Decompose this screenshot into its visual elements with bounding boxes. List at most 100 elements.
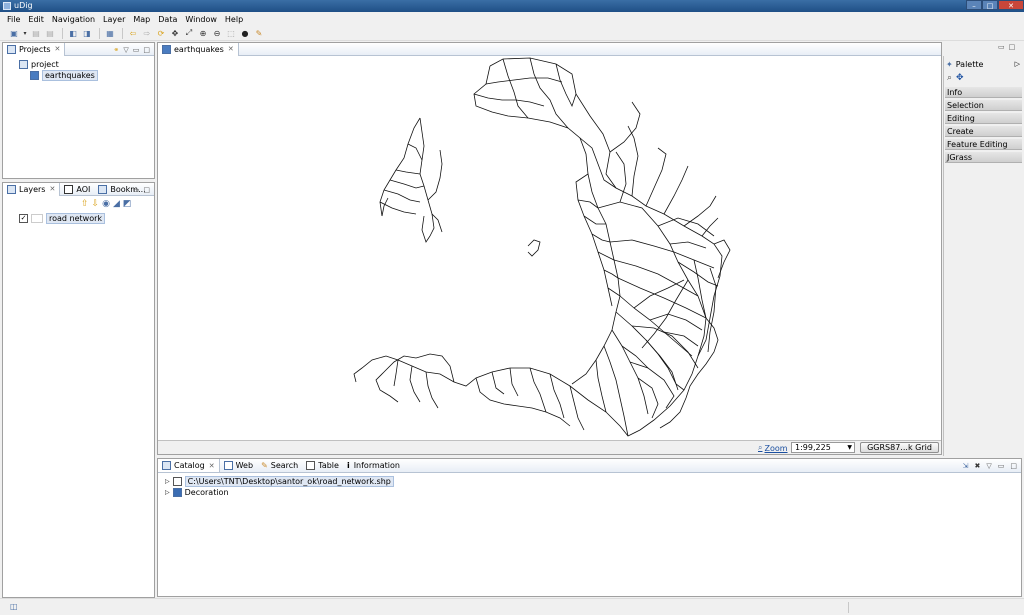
dropdown-arrow-icon[interactable]: ▾ bbox=[22, 27, 28, 39]
maximize-view-icon[interactable]: □ bbox=[143, 186, 150, 194]
tree-item-project[interactable]: project bbox=[19, 59, 59, 69]
menu-window[interactable]: Window bbox=[181, 15, 221, 24]
layer-visibility-checkbox[interactable]: ✓ bbox=[19, 213, 28, 223]
close-icon[interactable]: ✕ bbox=[49, 185, 55, 193]
layer-item[interactable]: ✓ road network bbox=[19, 212, 106, 224]
collapse-palette-icon[interactable]: ▷ bbox=[1015, 60, 1020, 68]
zoom-in-icon[interactable]: ⊕ bbox=[197, 27, 209, 39]
tab-information[interactable]: i Information bbox=[343, 459, 404, 472]
palette-drawer-info[interactable]: Info bbox=[945, 87, 1022, 98]
palette-drawer-feature-editing[interactable]: Feature Editing bbox=[945, 139, 1022, 150]
move-down-icon[interactable]: ⇩ bbox=[92, 199, 100, 209]
menu-navigation[interactable]: Navigation bbox=[48, 15, 99, 24]
road-line bbox=[627, 125, 639, 197]
minimize-button[interactable]: – bbox=[966, 0, 982, 10]
crs-button[interactable]: GGRS87...k Grid bbox=[860, 442, 939, 453]
view-menu-icon[interactable]: ▽ bbox=[123, 46, 128, 54]
palette-drawer-jgrass[interactable]: JGrass bbox=[945, 152, 1022, 163]
expand-arrow-icon[interactable]: ▷ bbox=[165, 478, 170, 485]
new-icon[interactable]: ▣ bbox=[8, 27, 20, 39]
map-canvas[interactable] bbox=[158, 56, 941, 440]
save-all-icon[interactable]: ▤ bbox=[44, 27, 56, 39]
road-network-layer bbox=[353, 57, 731, 437]
palette-drawer-create[interactable]: Create bbox=[945, 126, 1022, 137]
import-icon[interactable]: ⇲ bbox=[963, 462, 969, 470]
tab-table[interactable]: Table bbox=[302, 459, 343, 472]
road-line bbox=[617, 277, 707, 319]
select-icon[interactable]: ⬚ bbox=[225, 27, 237, 39]
menu-edit[interactable]: Edit bbox=[24, 15, 48, 24]
maximize-view-icon[interactable]: □ bbox=[1010, 462, 1017, 470]
minimize-view-icon[interactable]: ▭ bbox=[133, 46, 140, 54]
maximize-view-icon[interactable]: □ bbox=[1009, 43, 1016, 51]
back-icon[interactable]: ⇦ bbox=[127, 27, 139, 39]
road-line bbox=[475, 377, 571, 427]
road-line bbox=[407, 143, 423, 161]
save-icon[interactable]: ▤ bbox=[30, 27, 42, 39]
close-icon[interactable]: ✕ bbox=[55, 45, 61, 53]
remove-icon[interactable]: ✖ bbox=[974, 462, 980, 470]
link-icon[interactable]: ⚭ bbox=[113, 46, 119, 54]
close-window-button[interactable]: ✕ bbox=[998, 0, 1024, 10]
zoom-tool-icon[interactable]: ⌕ bbox=[947, 73, 952, 83]
minimize-view-icon[interactable]: ▭ bbox=[998, 462, 1005, 470]
layers-toolbar: ⇧ ⇩ ◉ ◢ ◩ bbox=[81, 199, 131, 209]
edit-icon[interactable]: ✎ bbox=[253, 27, 265, 39]
layer-properties-icon[interactable]: ◉ bbox=[102, 199, 110, 209]
palette-icon: ✦ bbox=[946, 59, 953, 69]
road-line bbox=[611, 329, 649, 415]
menu-layer[interactable]: Layer bbox=[99, 15, 129, 24]
minimize-view-icon[interactable]: ▭ bbox=[998, 43, 1005, 51]
forward-icon[interactable]: ⇨ bbox=[141, 27, 153, 39]
catalog-icon bbox=[162, 461, 171, 470]
close-icon[interactable]: ✕ bbox=[209, 462, 215, 470]
new-map-icon[interactable]: ◧ bbox=[67, 27, 79, 39]
road-line bbox=[609, 239, 715, 269]
commit-icon[interactable]: ▦ bbox=[104, 27, 116, 39]
record-icon[interactable]: ● bbox=[239, 27, 251, 39]
tab-layers[interactable]: Layers ✕ bbox=[3, 182, 61, 196]
zoom-link[interactable]: ⌕ Zoom bbox=[758, 443, 788, 453]
editor-area-controls: ▭ □ bbox=[998, 43, 1015, 51]
maximize-view-icon[interactable]: □ bbox=[143, 46, 150, 54]
new-page-icon[interactable]: ◨ bbox=[81, 27, 93, 39]
fast-view-icon[interactable]: ◫ bbox=[10, 602, 18, 611]
expand-arrow-icon[interactable]: ▷ bbox=[165, 489, 170, 496]
menu-data[interactable]: Data bbox=[154, 15, 181, 24]
tab-search[interactable]: ✎ Search bbox=[257, 459, 302, 472]
road-line bbox=[621, 345, 649, 369]
scale-combo[interactable]: 1:99,225 ▼ bbox=[791, 442, 855, 453]
pan-tool-icon[interactable]: ✥ bbox=[956, 73, 964, 83]
road-line bbox=[502, 58, 529, 119]
menu-file[interactable]: File bbox=[3, 15, 24, 24]
tab-catalog[interactable]: Catalog ✕ bbox=[158, 459, 220, 472]
palette-drawer-editing[interactable]: Editing bbox=[945, 113, 1022, 124]
tab-web[interactable]: Web bbox=[220, 459, 257, 472]
add-layer-icon[interactable]: ◩ bbox=[123, 199, 132, 209]
pan-icon[interactable]: ✥ bbox=[169, 27, 181, 39]
road-line bbox=[509, 367, 519, 397]
table-icon bbox=[306, 461, 316, 470]
move-up-icon[interactable]: ⇧ bbox=[81, 199, 89, 209]
tab-earthquakes[interactable]: earthquakes ✕ bbox=[158, 42, 239, 56]
projects-icon bbox=[7, 44, 16, 54]
window-controls: – □ ✕ bbox=[966, 0, 1024, 10]
zoom-out-icon[interactable]: ⊖ bbox=[211, 27, 223, 39]
minimize-view-icon[interactable]: ▭ bbox=[133, 186, 140, 194]
tab-aoi[interactable]: AOI bbox=[60, 183, 94, 196]
menu-help[interactable]: Help bbox=[221, 15, 247, 24]
tree-item-map[interactable]: earthquakes bbox=[30, 69, 98, 81]
tab-projects[interactable]: Projects ✕ bbox=[3, 42, 66, 56]
zoom-extent-icon[interactable]: ⤢ bbox=[183, 27, 195, 39]
maximize-button[interactable]: □ bbox=[982, 0, 998, 10]
menu-map[interactable]: Map bbox=[129, 15, 154, 24]
close-icon[interactable]: ✕ bbox=[228, 45, 234, 53]
catalog-item-decoration[interactable]: ▷ Decoration bbox=[165, 487, 229, 497]
road-line bbox=[529, 367, 547, 413]
catalog-item-shapefile[interactable]: ▷ C:\Users\TNT\Desktop\santor_ok\road_ne… bbox=[165, 475, 394, 487]
palette-drawer-selection[interactable]: Selection bbox=[945, 100, 1022, 111]
view-menu-icon[interactable]: ▽ bbox=[986, 462, 991, 470]
road-line bbox=[473, 65, 621, 385]
refresh-icon[interactable]: ⟳ bbox=[155, 27, 167, 39]
style-icon[interactable]: ◢ bbox=[113, 199, 120, 209]
